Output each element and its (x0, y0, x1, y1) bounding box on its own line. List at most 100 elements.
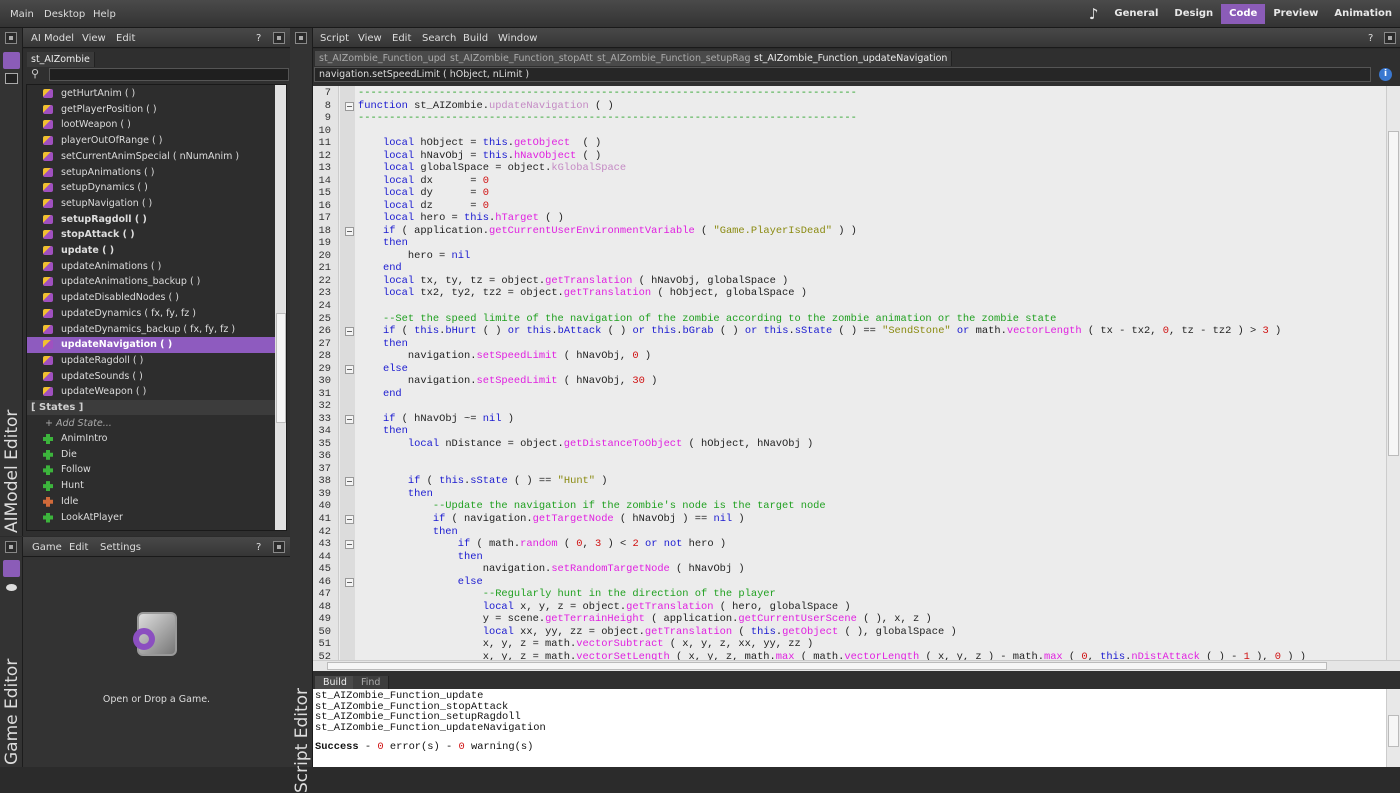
scrollbar-thumb[interactable] (1388, 715, 1399, 747)
function-item[interactable]: updateSounds ( ) (27, 369, 275, 385)
menu-view[interactable]: View (358, 33, 382, 44)
function-item[interactable]: setCurrentAnimSpecial ( nNumAnim ) (27, 149, 275, 165)
code-editor[interactable]: 7 ---------------------------------------… (313, 86, 1386, 660)
code-text: then (358, 237, 408, 250)
function-item[interactable]: updateNavigation ( ) (27, 337, 275, 353)
tree-scrollbar[interactable] (275, 85, 286, 530)
menu-game[interactable]: Game (32, 542, 62, 553)
function-item[interactable]: setupAnimations ( ) (27, 165, 275, 181)
menu-edit[interactable]: Edit (69, 542, 88, 553)
menu-build[interactable]: Build (463, 33, 488, 44)
game-drop-area[interactable]: Open or Drop a Game. (23, 557, 290, 767)
menu-view[interactable]: View (82, 33, 106, 44)
function-item[interactable]: updateDynamics ( fx, fy, fz ) (27, 306, 275, 322)
tab-build[interactable]: Build (315, 676, 356, 689)
menu-edit[interactable]: Edit (116, 33, 135, 44)
panel-toggle-button[interactable] (5, 541, 17, 553)
function-item[interactable]: updateRagdoll ( ) (27, 353, 275, 369)
tab-function-stopattack[interactable]: st_AIZombie_Function_stopAttack (446, 51, 615, 66)
function-item[interactable]: updateAnimations ( ) (27, 259, 275, 275)
function-item[interactable]: setupDynamics ( ) (27, 180, 275, 196)
code-token: local (382, 174, 415, 187)
menu-help[interactable]: Help (93, 9, 116, 20)
help-button[interactable]: ? (1368, 33, 1373, 44)
mode-switcher: ♪ General Design Code Preview Animation (1081, 4, 1400, 24)
state-item[interactable]: Die (27, 447, 275, 463)
panel-toggle-button[interactable] (295, 32, 307, 44)
code-line: 41 if ( navigation.getTargetNode ( hNavO… (313, 513, 1386, 526)
mode-code[interactable]: Code (1221, 4, 1266, 24)
tab-function-setupragdoll[interactable]: st_AIZombie_Function_setupRagdoll (593, 51, 773, 66)
state-item[interactable]: Idle (27, 494, 275, 510)
separator: - (439, 741, 459, 754)
function-item[interactable]: update ( ) (27, 243, 275, 259)
fold-toggle-icon[interactable] (345, 101, 354, 111)
function-item[interactable]: getPlayerPosition ( ) (27, 102, 275, 118)
music-note-icon[interactable]: ♪ (1081, 4, 1107, 24)
tab-function-update[interactable]: st_AIZombie_Function_update (315, 51, 467, 66)
help-button[interactable]: ? (256, 542, 261, 553)
fold-toggle-icon[interactable] (345, 540, 354, 550)
fold-toggle-icon[interactable] (345, 414, 354, 424)
mode-animation[interactable]: Animation (1326, 4, 1400, 24)
code-token: vectorLength (844, 650, 920, 660)
menu-edit[interactable]: Edit (392, 33, 411, 44)
function-item[interactable]: updateWeapon ( ) (27, 384, 275, 400)
state-item[interactable]: LookAtPlayer (27, 510, 275, 526)
fold-toggle-icon[interactable] (345, 477, 354, 487)
mode-preview[interactable]: Preview (1265, 4, 1326, 24)
code-vertical-scrollbar[interactable] (1386, 86, 1400, 660)
menu-main[interactable]: Main (10, 9, 34, 20)
scrollbar-thumb[interactable] (327, 662, 1327, 670)
maximize-button[interactable] (273, 541, 285, 553)
code-token: "SendStone" (882, 325, 951, 338)
tab-function-updatenavigation[interactable]: st_AIZombie_Function_updateNavigation (750, 51, 953, 66)
code-line: 28 navigation.setSpeedLimit ( hNavObj, 0… (313, 350, 1386, 363)
maximize-button[interactable] (273, 32, 285, 44)
code-line: 40 --Update the navigation if the zombie… (313, 500, 1386, 513)
function-item[interactable]: setupNavigation ( ) (27, 196, 275, 212)
menu-desktop[interactable]: Desktop (44, 9, 85, 20)
state-item[interactable]: Hunt (27, 478, 275, 494)
code-horizontal-scrollbar[interactable] (313, 660, 1400, 671)
function-item[interactable]: updateAnimations_backup ( ) (27, 274, 275, 290)
function-item[interactable]: stopAttack ( ) (27, 227, 275, 243)
function-item[interactable]: setupRagdoll ( ) (27, 212, 275, 228)
menu-script[interactable]: Script (320, 33, 349, 44)
function-item[interactable]: updateDynamics_backup ( fx, fy, fz ) (27, 322, 275, 338)
menu-search[interactable]: Search (422, 33, 456, 44)
aimodel-mode-icon[interactable] (3, 52, 20, 69)
tab-st-aizombie[interactable]: st_AIZombie (27, 52, 95, 67)
menu-window[interactable]: Window (498, 33, 537, 44)
output-scrollbar[interactable] (1386, 689, 1400, 767)
scrollbar-thumb[interactable] (276, 313, 286, 423)
fold-toggle-icon[interactable] (345, 364, 354, 374)
help-button[interactable]: ? (256, 33, 261, 44)
menu-ai-model[interactable]: AI Model (31, 33, 74, 44)
function-item[interactable]: lootWeapon ( ) (27, 117, 275, 133)
panel-toggle-button[interactable] (5, 32, 17, 44)
add-state-button[interactable]: + Add State... (45, 416, 112, 431)
state-item[interactable]: Follow (27, 462, 275, 478)
eye-icon[interactable] (6, 584, 17, 591)
function-item[interactable]: playerOutOfRange ( ) (27, 133, 275, 149)
mode-general[interactable]: General (1106, 4, 1166, 24)
menu-settings[interactable]: Settings (100, 542, 141, 553)
search-input[interactable] (49, 68, 289, 81)
code-token: "Hunt" (557, 475, 596, 488)
fold-toggle-icon[interactable] (345, 515, 354, 525)
function-item[interactable]: updateDisabledNodes ( ) (27, 290, 275, 306)
info-icon[interactable]: i (1379, 68, 1392, 81)
fold-toggle-icon[interactable] (345, 577, 354, 587)
mode-design[interactable]: Design (1166, 4, 1221, 24)
search-bar: ⚲ (27, 67, 289, 83)
maximize-button[interactable] (1384, 32, 1396, 44)
function-item[interactable]: getHurtAnim ( ) (27, 86, 275, 102)
fold-toggle-icon[interactable] (345, 226, 354, 236)
script-mode-icon[interactable] (5, 73, 18, 84)
game-settings-icon[interactable] (3, 560, 20, 577)
tab-find[interactable]: Find (353, 676, 390, 689)
state-item[interactable]: AnimIntro (27, 431, 275, 447)
scrollbar-thumb[interactable] (1388, 131, 1399, 456)
fold-toggle-icon[interactable] (345, 327, 354, 337)
